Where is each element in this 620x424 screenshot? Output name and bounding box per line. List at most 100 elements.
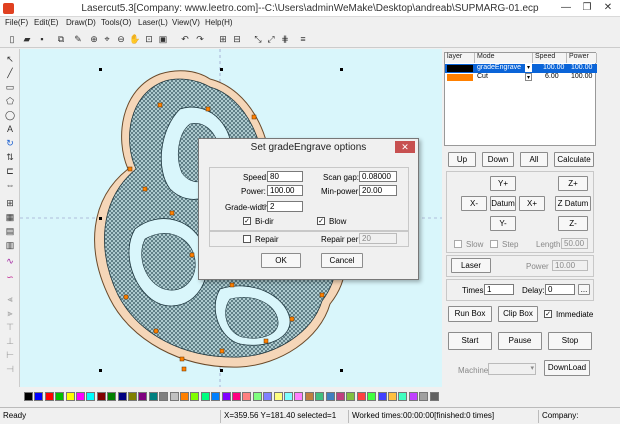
mode-dropdown-icon[interactable]: ▾ bbox=[525, 73, 532, 81]
color-swatch[interactable] bbox=[169, 392, 179, 401]
power-input[interactable]: 100.00 bbox=[267, 185, 303, 196]
delay-input[interactable]: 0 bbox=[545, 284, 575, 295]
align-left-icon[interactable]: ⫷ bbox=[4, 293, 16, 305]
text-icon[interactable]: A bbox=[4, 123, 16, 135]
x-plus-button[interactable]: X+ bbox=[519, 196, 545, 211]
color-swatch[interactable] bbox=[408, 392, 418, 401]
z-plus-button[interactable]: Z+ bbox=[558, 176, 588, 191]
scan-gap-input[interactable]: 0.08000 bbox=[359, 171, 397, 182]
menu-tools[interactable]: Tools(O) bbox=[101, 18, 131, 27]
mirror-icon[interactable]: ⇅ bbox=[4, 151, 16, 163]
new-icon[interactable]: ▯ bbox=[6, 33, 18, 45]
stop-button[interactable]: Stop bbox=[548, 332, 592, 350]
polygon-icon[interactable]: ⬠ bbox=[4, 95, 16, 107]
zoom-in-icon[interactable]: ⊕ bbox=[88, 33, 100, 45]
ungroup-icon[interactable]: ⊟ bbox=[231, 33, 243, 45]
times-input[interactable]: 1 bbox=[484, 284, 514, 295]
z-datum-button[interactable]: Z Datum bbox=[555, 196, 591, 211]
minimize-button[interactable]: — bbox=[556, 2, 576, 14]
color-swatch[interactable] bbox=[55, 392, 65, 401]
color-swatch[interactable] bbox=[65, 392, 75, 401]
color-swatch[interactable] bbox=[304, 392, 314, 401]
grade-width-input[interactable]: 2 bbox=[267, 201, 303, 212]
color-swatch[interactable] bbox=[232, 392, 241, 401]
x-minus-button[interactable]: X- bbox=[461, 196, 487, 211]
close-window-button[interactable]: ✕ bbox=[598, 2, 618, 14]
menu-view[interactable]: View(V) bbox=[172, 18, 200, 27]
zoom-page-icon[interactable]: ⊡ bbox=[143, 33, 155, 45]
wave-icon[interactable]: ∿ bbox=[4, 255, 16, 267]
length-input[interactable]: 50.00 bbox=[561, 238, 588, 249]
color-swatch[interactable] bbox=[200, 392, 210, 401]
color-swatch[interactable] bbox=[315, 392, 325, 401]
color-swatch[interactable] bbox=[294, 392, 304, 401]
grid-icon[interactable]: ⊞ bbox=[4, 197, 16, 209]
ok-button[interactable]: OK bbox=[261, 253, 301, 268]
color-swatch[interactable] bbox=[180, 392, 189, 401]
menu-laser[interactable]: Laser(L) bbox=[138, 18, 168, 27]
array-tool-icon[interactable]: ▦ bbox=[4, 211, 16, 223]
laser-button[interactable]: Laser bbox=[451, 258, 491, 273]
zoom-select-icon[interactable]: ⌖ bbox=[101, 33, 113, 45]
open-icon[interactable]: ▰ bbox=[21, 33, 33, 45]
run-box-button[interactable]: Run Box bbox=[448, 306, 492, 322]
cancel-button[interactable]: Cancel bbox=[321, 253, 363, 268]
align-bottom-icon[interactable]: ⊥ bbox=[4, 335, 16, 347]
datum-button[interactable]: Datum bbox=[490, 196, 516, 211]
align-top-icon[interactable]: ⊤ bbox=[4, 321, 16, 333]
z-minus-button[interactable]: Z- bbox=[558, 216, 588, 231]
select-icon[interactable]: ↖ bbox=[4, 53, 16, 65]
node-edit-icon[interactable]: ⤡ bbox=[252, 33, 264, 45]
color-swatch[interactable] bbox=[252, 392, 262, 401]
download-button[interactable]: DownLoad bbox=[544, 360, 590, 376]
color-swatch[interactable] bbox=[148, 392, 158, 401]
color-swatch[interactable] bbox=[221, 392, 231, 401]
color-swatch[interactable] bbox=[398, 392, 408, 401]
color-swatch[interactable] bbox=[242, 392, 252, 401]
repair-checkbox[interactable] bbox=[243, 235, 251, 243]
center-v-icon[interactable]: ⊣ bbox=[4, 363, 16, 375]
curve-icon[interactable]: ∽ bbox=[4, 271, 16, 283]
menu-file[interactable]: File(F) bbox=[5, 18, 28, 27]
zoom-out-icon[interactable]: ⊖ bbox=[115, 33, 127, 45]
menu-draw[interactable]: Draw(D) bbox=[66, 18, 96, 27]
line-icon[interactable]: ╱ bbox=[4, 67, 16, 79]
color-swatch[interactable] bbox=[34, 392, 44, 401]
color-swatch[interactable] bbox=[367, 392, 377, 401]
color-swatch[interactable] bbox=[107, 392, 117, 401]
color-swatch[interactable] bbox=[419, 392, 429, 401]
mode-dropdown-icon[interactable]: ▾ bbox=[525, 64, 532, 72]
color-swatch[interactable] bbox=[86, 392, 96, 401]
color-swatch[interactable] bbox=[346, 392, 356, 401]
bi-dir-checkbox[interactable]: ✓ bbox=[243, 217, 251, 225]
color-swatch[interactable] bbox=[325, 392, 335, 401]
immediate-checkbox[interactable]: ✓ bbox=[544, 310, 552, 318]
fill-icon[interactable]: ▥ bbox=[4, 239, 16, 251]
min-power-input[interactable]: 20.00 bbox=[359, 185, 397, 196]
down-button[interactable]: Down bbox=[482, 152, 514, 167]
align-right-icon[interactable]: ⫸ bbox=[4, 307, 16, 319]
color-swatch[interactable] bbox=[128, 392, 137, 401]
laser-power-input[interactable]: 10.00 bbox=[552, 260, 588, 271]
color-swatch[interactable] bbox=[117, 392, 127, 401]
size-icon[interactable]: ⇔ bbox=[4, 179, 16, 191]
zoom-all-icon[interactable]: ▣ bbox=[157, 33, 169, 45]
group-icon[interactable]: ⊞ bbox=[217, 33, 229, 45]
align-icon[interactable]: ⊏ bbox=[4, 165, 16, 177]
start-button[interactable]: Start bbox=[448, 332, 492, 350]
delay-browse-button[interactable]: ... bbox=[578, 284, 590, 295]
layer-row[interactable]: Cut ▾ 6.00 100.00 bbox=[445, 73, 597, 82]
color-swatch[interactable] bbox=[44, 392, 54, 401]
repair-per-select[interactable]: 20 bbox=[359, 233, 397, 244]
color-swatch[interactable] bbox=[96, 392, 106, 401]
menu-help[interactable]: Help(H) bbox=[205, 18, 233, 27]
color-swatch[interactable] bbox=[211, 392, 221, 401]
y-plus-button[interactable]: Y+ bbox=[490, 176, 516, 191]
menu-edit[interactable]: Edit(E) bbox=[34, 18, 58, 27]
color-swatch[interactable] bbox=[24, 392, 33, 401]
color-swatch[interactable] bbox=[159, 392, 169, 401]
color-swatch[interactable] bbox=[284, 392, 293, 401]
color-swatch[interactable] bbox=[263, 392, 273, 401]
color-swatch[interactable] bbox=[377, 392, 387, 401]
path-icon[interactable]: ⤢ bbox=[265, 33, 277, 45]
